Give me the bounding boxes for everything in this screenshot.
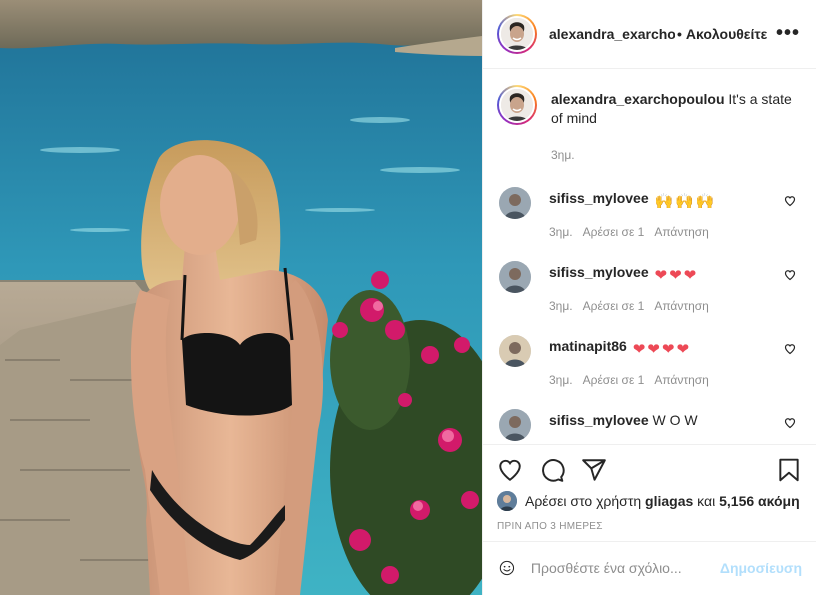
comment-thread: sifiss_mylovee 🙌 🙌 🙌 3ημ. Αρέσει σε 1 Απάντησ… bbox=[497, 186, 800, 444]
commenter-avatar[interactable] bbox=[499, 260, 531, 293]
smiley-icon[interactable] bbox=[499, 556, 515, 580]
reply-button[interactable]: Απάντηση bbox=[654, 225, 709, 239]
comment-line: sifiss_mylovee ❤ ❤ ❤ bbox=[549, 261, 800, 285]
comment-username[interactable]: sifiss_mylovee bbox=[549, 190, 649, 206]
red-heart-emoji: ❤ bbox=[661, 340, 675, 358]
reply-button[interactable]: Απάντηση bbox=[654, 373, 709, 387]
post-photo[interactable] bbox=[0, 0, 482, 595]
comment-likes-count[interactable]: Αρέσει σε 1 bbox=[583, 373, 645, 387]
comment-row: sifiss_mylovee W O W 3ημ. Αρέσει σε 1 Απάντ… bbox=[497, 408, 800, 444]
comment-line: sifiss_mylovee 🙌 🙌 🙌 bbox=[549, 187, 800, 211]
reply-button[interactable]: Απάντηση bbox=[654, 443, 709, 444]
likes-user[interactable]: gliagas bbox=[645, 493, 693, 509]
comment-like-heart-icon[interactable] bbox=[784, 417, 796, 429]
author-username[interactable]: alexandra_exarchop bbox=[549, 26, 675, 42]
author-avatar-image bbox=[501, 17, 533, 50]
post-actions: Αρέσει στο χρήστη gliagas και 5,156 ακόμ… bbox=[483, 443, 816, 541]
comment-body: matinapit86 ❤ ❤ ❤ ❤ 3ημ. Αρέσει σε 1 Απάντηση bbox=[549, 335, 800, 387]
commenter-avatar-image bbox=[499, 408, 531, 441]
liker-avatar-image bbox=[497, 490, 517, 511]
likes-summary: Αρέσει στο χρήστη gliagas και 5,156 ακόμ… bbox=[497, 490, 802, 511]
raised-hands-emoji: 🙌 bbox=[654, 192, 674, 210]
commenter-avatar[interactable] bbox=[499, 408, 531, 441]
comment-likes-count[interactable]: Αρέσει σε 1 bbox=[583, 225, 645, 239]
comment-like-heart-icon[interactable] bbox=[784, 343, 796, 355]
comment-time[interactable]: 3ημ. bbox=[549, 225, 573, 239]
commenter-avatar-image bbox=[499, 186, 531, 219]
post-caption: alexandra_exarchopoulou It's a state of … bbox=[497, 84, 800, 165]
comment-line: matinapit86 ❤ ❤ ❤ ❤ bbox=[549, 335, 800, 359]
comment-row: sifiss_mylovee ❤ ❤ ❤ 3ημ. Αρέσει σε 1 Απάντησ… bbox=[497, 260, 800, 313]
raised-hands-emoji: 🙌 bbox=[675, 192, 694, 210]
red-heart-emoji: ❤ bbox=[654, 266, 668, 284]
post-header: alexandra_exarchop • Ακολουθείτε ••• bbox=[483, 0, 816, 69]
comments-list[interactable]: alexandra_exarchopoulou It's a state of … bbox=[483, 69, 816, 444]
red-heart-emoji: ❤ bbox=[647, 340, 660, 358]
red-heart-emoji: ❤ bbox=[669, 266, 682, 284]
comment-username[interactable]: sifiss_mylovee bbox=[549, 412, 649, 428]
bookmark-icon[interactable] bbox=[776, 457, 802, 483]
comment-username[interactable]: matinapit86 bbox=[549, 338, 627, 354]
red-heart-emoji: ❤ bbox=[676, 340, 690, 358]
comment-body: sifiss_mylovee 🙌 🙌 🙌 3ημ. Αρέσει σε 1 Απάντησ… bbox=[549, 187, 800, 239]
comment-time[interactable]: 3ημ. bbox=[549, 443, 573, 444]
instagram-post-modal: alexandra_exarchop • Ακολουθείτε ••• ale… bbox=[0, 0, 816, 595]
post-comment-button[interactable]: Δημοσίευση bbox=[720, 560, 802, 576]
comment-body: sifiss_mylovee ❤ ❤ ❤ 3ημ. Αρέσει σε 1 Απάντησ… bbox=[549, 261, 800, 313]
comment-line: sifiss_mylovee W O W bbox=[549, 409, 800, 429]
comment-meta: 3ημ. Αρέσει σε 1 Απάντηση bbox=[549, 299, 800, 313]
post-side-panel: alexandra_exarchop • Ακολουθείτε ••• ale… bbox=[482, 0, 816, 595]
liker-avatar[interactable] bbox=[497, 490, 517, 511]
commenter-avatar-image bbox=[499, 334, 531, 367]
heart-icon[interactable] bbox=[497, 457, 523, 483]
more-options-icon[interactable]: ••• bbox=[768, 22, 800, 45]
comment-time[interactable]: 3ημ. bbox=[549, 299, 573, 313]
comment-username[interactable]: sifiss_mylovee bbox=[549, 264, 649, 280]
raised-hands-emoji: 🙌 bbox=[695, 192, 715, 210]
likes-count[interactable]: 5,156 ακόμη bbox=[719, 493, 800, 509]
comment-row: sifiss_mylovee 🙌 🙌 🙌 3ημ. Αρέσει σε 1 Απάντησ… bbox=[497, 186, 800, 239]
comment-input[interactable] bbox=[530, 560, 712, 577]
caption-avatar-image bbox=[501, 88, 533, 121]
comment-meta: 3ημ. Αρέσει σε 1 Απάντηση bbox=[549, 373, 800, 387]
likes-and: και bbox=[697, 492, 716, 509]
add-comment-bar: Δημοσίευση bbox=[483, 540, 816, 595]
comment-text: W O W bbox=[652, 411, 698, 428]
comment-body: sifiss_mylovee W O W 3ημ. Αρέσει σε 1 Απάντ… bbox=[549, 409, 800, 444]
comment-time[interactable]: 3ημ. bbox=[549, 373, 573, 387]
comment-likes-count[interactable]: Αρέσει σε 1 bbox=[583, 299, 645, 313]
author-avatar[interactable] bbox=[497, 13, 537, 54]
comment-like-heart-icon[interactable] bbox=[784, 195, 796, 207]
red-heart-emoji: ❤ bbox=[683, 266, 697, 284]
post-date[interactable]: ΠΡΙΝ ΑΠΟ 3 ΗΜΕΡΕΣ bbox=[497, 521, 802, 532]
share-icon[interactable] bbox=[581, 457, 607, 483]
commenter-avatar[interactable] bbox=[499, 334, 531, 367]
comment-like-heart-icon[interactable] bbox=[784, 269, 796, 281]
caption-username[interactable]: alexandra_exarchopoulou bbox=[551, 91, 725, 107]
commenter-avatar-image bbox=[499, 260, 531, 293]
red-heart-emoji: ❤ bbox=[632, 340, 646, 358]
comment-row: matinapit86 ❤ ❤ ❤ ❤ 3ημ. Αρέσει σε 1 Απάντηση bbox=[497, 334, 800, 387]
comment-meta: 3ημ. Αρέσει σε 1 Απάντηση bbox=[549, 225, 800, 239]
caption-author-avatar[interactable] bbox=[497, 84, 537, 125]
caption-text-block: alexandra_exarchopoulou It's a state of … bbox=[551, 85, 800, 165]
comment-icon[interactable] bbox=[539, 457, 565, 483]
caption-time[interactable]: 3ημ. bbox=[551, 146, 800, 165]
action-icons-row bbox=[497, 457, 802, 483]
likes-prefix: Αρέσει στο χρήστη bbox=[525, 492, 642, 509]
commenter-avatar[interactable] bbox=[499, 186, 531, 219]
reply-button[interactable]: Απάντηση bbox=[654, 299, 709, 313]
photo-illustration bbox=[0, 0, 482, 595]
header-separator: • bbox=[677, 25, 682, 42]
following-button[interactable]: Ακολουθείτε bbox=[686, 26, 767, 42]
comment-likes-count[interactable]: Αρέσει σε 1 bbox=[583, 443, 645, 444]
comment-meta: 3ημ. Αρέσει σε 1 Απάντηση bbox=[549, 443, 800, 444]
